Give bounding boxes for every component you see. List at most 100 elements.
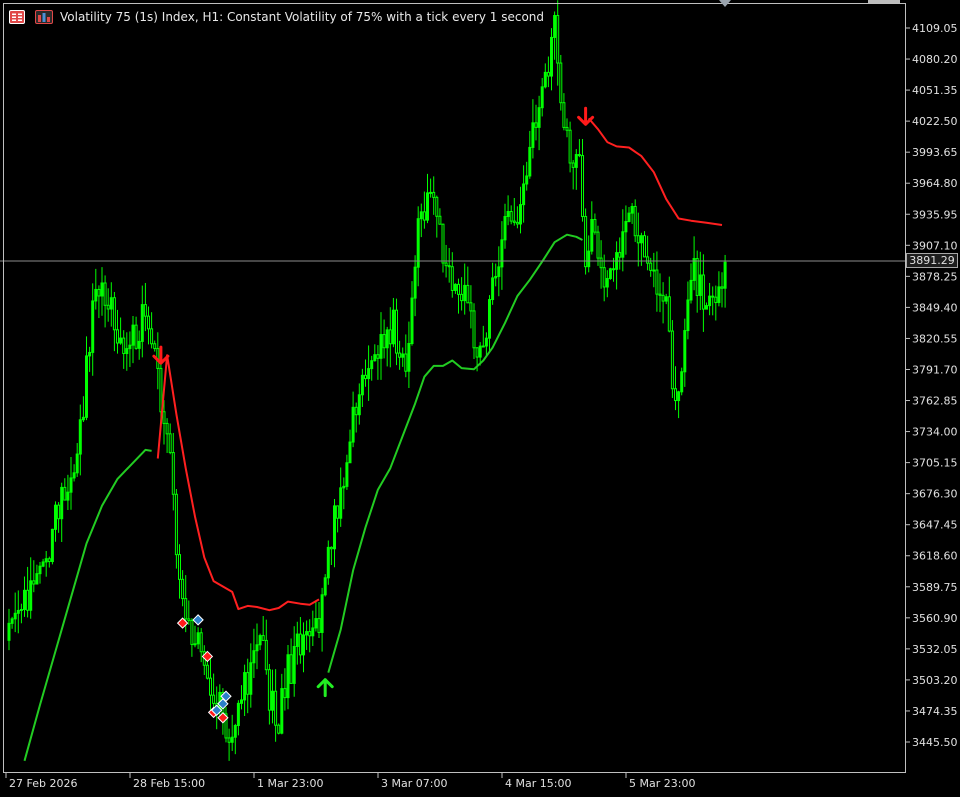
candle-body — [478, 345, 482, 358]
candle-body — [150, 328, 154, 345]
candle-body — [41, 561, 45, 567]
candle-body — [69, 477, 73, 493]
price-tick-label: 3907.10 — [912, 239, 958, 252]
candle-body — [463, 284, 467, 302]
candle-body — [277, 724, 281, 734]
candle-body — [550, 36, 553, 77]
candle-body — [342, 485, 346, 489]
price-tick-label: 3445.50 — [912, 736, 958, 749]
candle-body — [574, 154, 578, 168]
candle-body — [506, 211, 510, 218]
candle-body — [171, 452, 175, 495]
trade-panel-icon[interactable] — [9, 9, 25, 24]
candle-body — [608, 268, 612, 280]
candle-body — [329, 546, 333, 550]
price-tick-label: 4051.35 — [912, 84, 958, 97]
candle-body — [705, 305, 708, 310]
candle-body — [317, 618, 321, 633]
candle-body — [267, 669, 271, 711]
candle-body — [646, 256, 650, 264]
candle-body — [695, 258, 699, 296]
candle-body — [240, 699, 243, 704]
candle-body — [720, 286, 724, 289]
time-tick-label: 4 Mar 15:00 — [505, 777, 571, 790]
candle-body — [351, 406, 355, 443]
price-tick-label: 3935.95 — [912, 208, 958, 221]
candle-body — [382, 334, 386, 349]
candle-body — [153, 343, 157, 350]
chart-shift-marker[interactable] — [719, 0, 731, 7]
candle-body — [264, 639, 268, 671]
candle-body — [354, 406, 358, 416]
price-tick-label: 4109.05 — [912, 22, 958, 35]
candle-body — [667, 296, 671, 332]
candle-body — [302, 634, 305, 656]
candle-body — [519, 204, 522, 225]
candle-body — [181, 578, 185, 600]
price-tick-label: 3964.80 — [912, 177, 958, 190]
candle-body — [47, 558, 51, 563]
candle-body — [630, 205, 634, 214]
candle-body — [422, 211, 426, 221]
candle-body — [643, 235, 646, 258]
candle-body — [605, 278, 609, 288]
candle-body — [457, 283, 460, 295]
candle-body — [444, 262, 448, 267]
candle-body — [261, 635, 265, 641]
candle-body — [100, 282, 104, 297]
toolbar-collapse-tab[interactable] — [868, 0, 900, 3]
candle-body — [274, 690, 278, 726]
candle-body — [398, 352, 402, 358]
candle-body — [128, 344, 132, 350]
candle-body — [106, 304, 110, 310]
price-tick-label: 3503.20 — [912, 674, 958, 687]
candle-body — [708, 295, 712, 307]
candle-body — [531, 122, 535, 148]
candle-body — [577, 154, 581, 157]
candle-body — [686, 299, 690, 332]
candle-body — [565, 126, 569, 131]
candle-body — [255, 644, 259, 652]
candle-body — [292, 645, 296, 684]
candle-body — [137, 340, 141, 349]
candle-body — [571, 162, 575, 168]
price-tick-label: 3589.75 — [912, 581, 958, 594]
candle-body — [639, 235, 643, 244]
candle-body — [178, 554, 181, 580]
candle-body — [147, 315, 150, 330]
candle-body — [140, 304, 144, 342]
candle-body — [596, 231, 600, 259]
current-price-label: 3891.29 — [906, 253, 958, 268]
time-tick-label: 1 Mar 23:00 — [257, 777, 323, 790]
candle-body — [16, 609, 20, 614]
depth-of-market-icon[interactable] — [35, 9, 53, 24]
candle-body — [29, 580, 33, 611]
candle-body — [298, 633, 302, 656]
candle-body — [633, 205, 637, 237]
price-tick-label: 3532.05 — [912, 643, 958, 656]
candle-body — [658, 293, 662, 296]
candle-body — [168, 433, 172, 454]
candle-body — [367, 368, 371, 380]
candle-body — [701, 274, 705, 310]
candle-body — [661, 294, 665, 302]
candle-body — [280, 688, 284, 734]
candle-body — [295, 633, 299, 647]
candle-body — [438, 215, 442, 225]
price-tick-label: 3647.45 — [912, 519, 958, 532]
candle-body — [568, 129, 572, 164]
candle-body — [143, 304, 147, 317]
candle-body — [10, 618, 14, 624]
candle-body — [466, 284, 470, 304]
candle-body — [236, 702, 240, 727]
price-chart[interactable]: 4109.05 4080.20 4051.35 4022.50 3993.65 3964.… — [0, 0, 960, 797]
candle-body — [602, 267, 606, 288]
candle-body — [72, 472, 76, 479]
candle-body — [426, 192, 429, 221]
candle-body — [388, 329, 392, 345]
candle-body — [227, 737, 231, 743]
candle-body — [205, 664, 209, 679]
price-tick-label: 3618.60 — [912, 550, 958, 563]
candle-body — [525, 175, 529, 185]
candle-body — [714, 296, 718, 304]
